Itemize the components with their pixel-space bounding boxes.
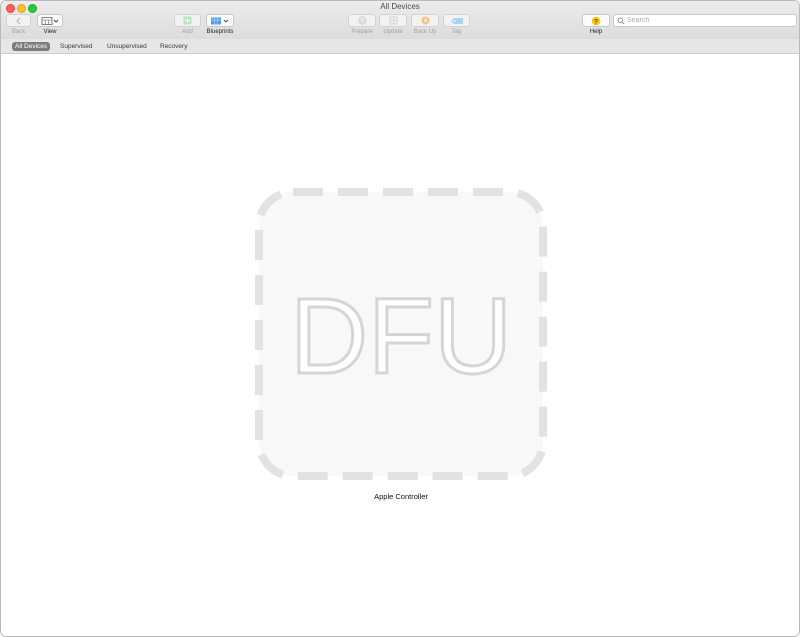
- back-button[interactable]: [6, 14, 31, 27]
- help-button[interactable]: ?: [582, 14, 610, 27]
- filter-supervised[interactable]: Supervised: [57, 42, 96, 51]
- search-field[interactable]: [613, 14, 797, 27]
- toolbar: All Devices Back View Add Blueprints Pre…: [1, 1, 799, 40]
- add-label: Add: [182, 29, 193, 35]
- device-tile[interactable]: DFU: [254, 187, 548, 481]
- device-name-label: Apple Controller: [374, 492, 428, 501]
- search-input[interactable]: [627, 15, 787, 26]
- add-button[interactable]: [174, 14, 201, 27]
- filter-unsupervised[interactable]: Unsupervised: [104, 42, 150, 51]
- filter-bar: All Devices Supervised Unsupervised Reco…: [1, 39, 799, 54]
- update-icon: [389, 16, 397, 25]
- dfu-badge-text: DFU: [290, 275, 512, 396]
- tag-button[interactable]: [443, 14, 470, 27]
- window-title: All Devices: [380, 2, 420, 11]
- help-icon-glyph: ?: [594, 18, 598, 25]
- minimize-window-button[interactable]: [17, 4, 26, 13]
- zoom-window-button[interactable]: [28, 4, 37, 13]
- update-button[interactable]: [379, 14, 407, 27]
- view-button[interactable]: [37, 14, 63, 27]
- blueprints-icon: [211, 17, 229, 24]
- tag-label: Tag: [451, 29, 462, 35]
- blueprints-button[interactable]: [206, 14, 234, 27]
- add-icon: [183, 16, 192, 25]
- prepare-icon: [358, 16, 366, 25]
- filter-all-devices[interactable]: All Devices: [12, 42, 51, 51]
- app-window: All Devices Back View Add Blueprints Pre…: [0, 0, 800, 637]
- help-icon: ?: [591, 16, 601, 25]
- dfu-device-icon: DFU: [255, 188, 547, 480]
- close-window-button[interactable]: [6, 4, 15, 13]
- filter-recovery[interactable]: Recovery: [157, 42, 190, 51]
- backup-icon: [421, 16, 429, 25]
- chevron-left-icon: [15, 17, 20, 24]
- backup-button[interactable]: [411, 14, 439, 27]
- view-label: View: [43, 29, 57, 35]
- view-grid-icon: [41, 16, 59, 25]
- device-area: DFU Apple Controller: [1, 54, 799, 636]
- back-label: Back: [11, 29, 26, 35]
- blueprints-label: Blueprints: [206, 29, 234, 35]
- help-label: Help: [589, 29, 603, 35]
- tag-icon: [450, 17, 463, 24]
- prepare-button[interactable]: [348, 14, 376, 27]
- backup-label: Back Up: [413, 29, 437, 35]
- search-icon: [617, 17, 625, 25]
